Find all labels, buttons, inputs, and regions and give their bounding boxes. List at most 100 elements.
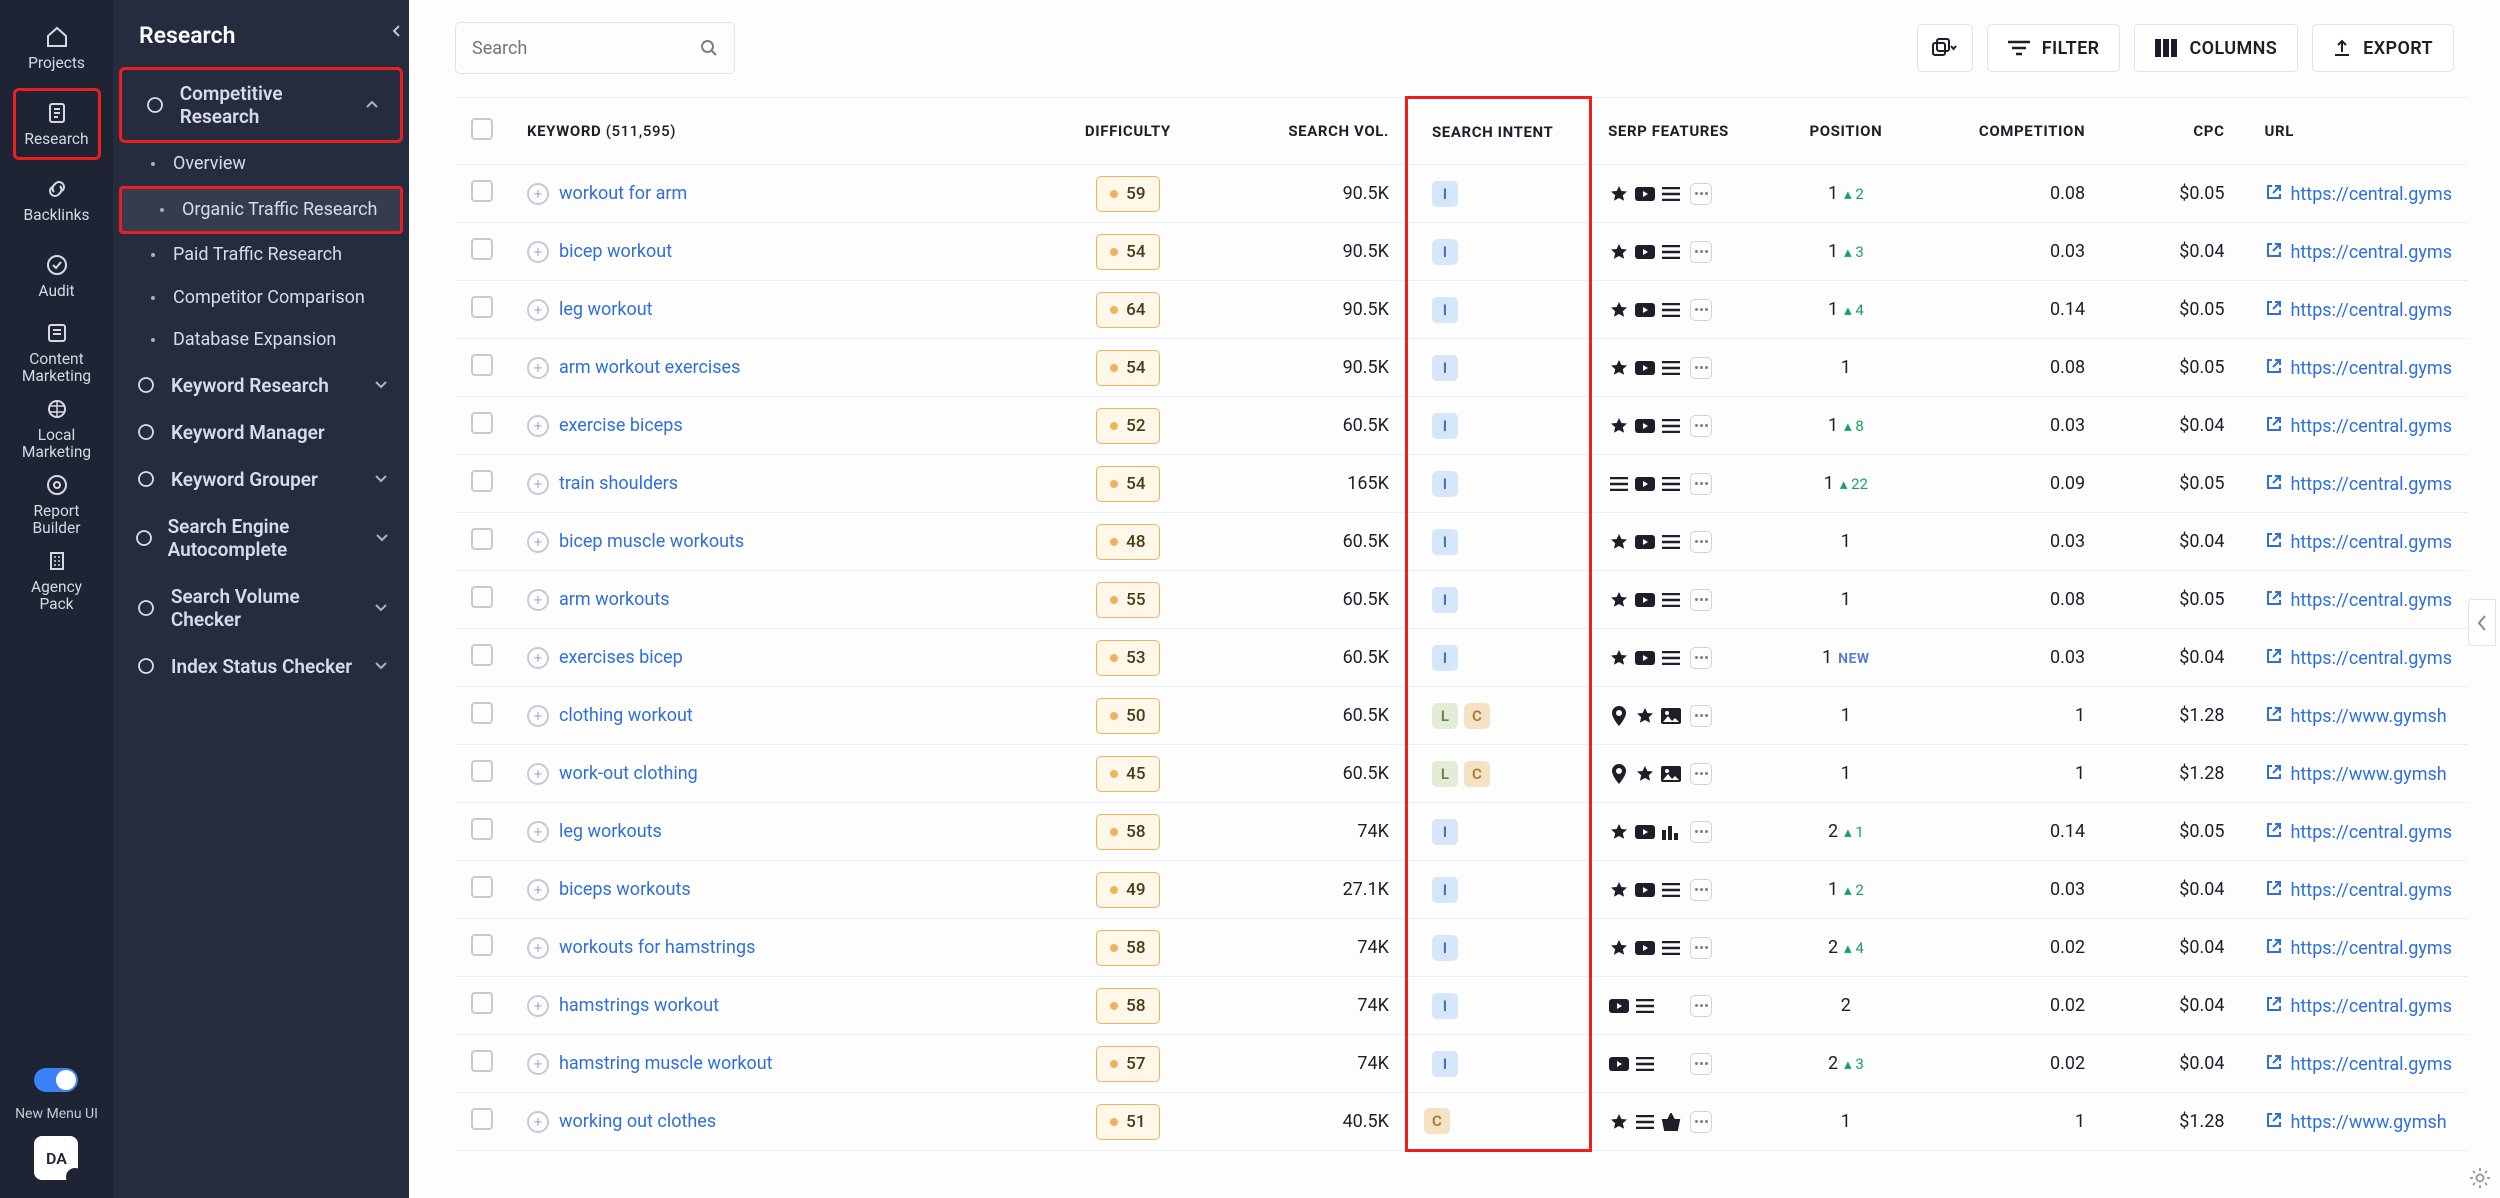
url-link[interactable]: https://www.gymsh: [2291, 764, 2447, 785]
add-keyword-button[interactable]: +: [527, 183, 549, 205]
serp-more-icon[interactable]: [1690, 705, 1712, 727]
add-keyword-button[interactable]: +: [527, 473, 549, 495]
keyword-link[interactable]: exercise biceps: [559, 415, 683, 436]
url-link[interactable]: https://central.gyms: [2291, 300, 2453, 321]
url-link[interactable]: https://central.gyms: [2291, 1054, 2453, 1075]
row-checkbox[interactable]: [471, 180, 493, 202]
add-keyword-button[interactable]: +: [527, 589, 549, 611]
serp-more-icon[interactable]: [1690, 183, 1712, 205]
side-group-2[interactable]: Keyword Manager: [113, 409, 409, 456]
row-checkbox[interactable]: [471, 528, 493, 550]
filter-button[interactable]: FILTER: [1987, 24, 2121, 72]
row-checkbox[interactable]: [471, 992, 493, 1014]
add-keyword-button[interactable]: +: [527, 415, 549, 437]
serp-more-icon[interactable]: [1690, 647, 1712, 669]
add-keyword-button[interactable]: +: [527, 299, 549, 321]
side-sub-0-0[interactable]: Overview: [113, 143, 409, 186]
scroll-left-button[interactable]: [2468, 599, 2496, 646]
keyword-link[interactable]: leg workouts: [559, 821, 662, 842]
side-group-4[interactable]: Search Engine Autocomplete: [113, 503, 409, 573]
add-keyword-button[interactable]: +: [527, 241, 549, 263]
keyword-link[interactable]: hamstring muscle workout: [559, 1053, 773, 1074]
add-keyword-button[interactable]: +: [527, 937, 549, 959]
url-link[interactable]: https://central.gyms: [2291, 474, 2453, 495]
row-checkbox[interactable]: [471, 644, 493, 666]
keyword-link[interactable]: exercises bicep: [559, 647, 683, 668]
row-checkbox[interactable]: [471, 354, 493, 376]
add-keyword-button[interactable]: +: [527, 357, 549, 379]
url-link[interactable]: https://central.gyms: [2291, 416, 2453, 437]
side-sub-0-4[interactable]: Database Expansion: [113, 319, 409, 362]
row-checkbox[interactable]: [471, 586, 493, 608]
avatar[interactable]: DA: [34, 1136, 78, 1180]
url-link[interactable]: https://central.gyms: [2291, 242, 2453, 263]
search-input[interactable]: [472, 38, 700, 59]
row-checkbox[interactable]: [471, 760, 493, 782]
serp-more-icon[interactable]: [1690, 821, 1712, 843]
serp-more-icon[interactable]: [1690, 415, 1712, 437]
rail-item-local-marketing[interactable]: Local Marketing: [13, 392, 101, 464]
url-link[interactable]: https://central.gyms: [2291, 184, 2453, 205]
row-checkbox[interactable]: [471, 934, 493, 956]
url-link[interactable]: https://central.gyms: [2291, 590, 2453, 611]
url-link[interactable]: https://central.gyms: [2291, 648, 2453, 669]
serp-more-icon[interactable]: [1690, 1111, 1712, 1133]
keyword-link[interactable]: hamstrings workout: [559, 995, 719, 1016]
serp-more-icon[interactable]: [1690, 589, 1712, 611]
add-keyword-button[interactable]: +: [527, 821, 549, 843]
keyword-link[interactable]: bicep muscle workouts: [559, 531, 744, 552]
row-checkbox[interactable]: [471, 296, 493, 318]
side-sub-0-2[interactable]: Paid Traffic Research: [113, 234, 409, 277]
row-checkbox[interactable]: [471, 470, 493, 492]
serp-more-icon[interactable]: [1690, 241, 1712, 263]
rail-item-research[interactable]: Research: [13, 88, 101, 160]
keyword-link[interactable]: working out clothes: [559, 1111, 716, 1132]
collapse-panel-button[interactable]: [384, 18, 410, 44]
keyword-link[interactable]: workout for arm: [559, 183, 687, 204]
serp-more-icon[interactable]: [1690, 357, 1712, 379]
rail-item-projects[interactable]: Projects: [13, 12, 101, 84]
add-keyword-button[interactable]: +: [527, 647, 549, 669]
url-link[interactable]: https://www.gymsh: [2291, 1112, 2447, 1133]
rail-item-audit[interactable]: Audit: [13, 240, 101, 312]
rail-item-content-marketing[interactable]: Content Marketing: [13, 316, 101, 388]
keyword-link[interactable]: arm workouts: [559, 589, 670, 610]
serp-more-icon[interactable]: [1690, 473, 1712, 495]
keyword-link[interactable]: work-out clothing: [559, 763, 698, 784]
url-link[interactable]: https://www.gymsh: [2291, 706, 2447, 727]
select-all-checkbox[interactable]: [471, 118, 493, 140]
keyword-link[interactable]: bicep workout: [559, 241, 672, 262]
row-checkbox[interactable]: [471, 818, 493, 840]
row-checkbox[interactable]: [471, 412, 493, 434]
side-group-5[interactable]: Search Volume Checker: [113, 573, 409, 643]
url-link[interactable]: https://central.gyms: [2291, 880, 2453, 901]
side-group-3[interactable]: Keyword Grouper: [113, 456, 409, 503]
keyword-link[interactable]: arm workout exercises: [559, 357, 740, 378]
url-link[interactable]: https://central.gyms: [2291, 996, 2453, 1017]
menu-toggle[interactable]: [34, 1068, 78, 1092]
row-checkbox[interactable]: [471, 1108, 493, 1130]
copy-dropdown-button[interactable]: [1917, 24, 1973, 72]
add-keyword-button[interactable]: +: [527, 763, 549, 785]
settings-icon[interactable]: [2466, 1164, 2494, 1192]
row-checkbox[interactable]: [471, 238, 493, 260]
rail-item-agency-pack[interactable]: Agency Pack: [13, 544, 101, 616]
url-link[interactable]: https://central.gyms: [2291, 358, 2453, 379]
row-checkbox[interactable]: [471, 702, 493, 724]
keyword-link[interactable]: clothing workout: [559, 705, 693, 726]
keyword-link[interactable]: train shoulders: [559, 473, 678, 494]
columns-button[interactable]: COLUMNS: [2134, 24, 2298, 72]
keyword-link[interactable]: biceps workouts: [559, 879, 691, 900]
url-link[interactable]: https://central.gyms: [2291, 822, 2453, 843]
serp-more-icon[interactable]: [1690, 763, 1712, 785]
side-group-0[interactable]: Competitive Research: [119, 67, 403, 143]
add-keyword-button[interactable]: +: [527, 531, 549, 553]
serp-more-icon[interactable]: [1690, 1053, 1712, 1075]
row-checkbox[interactable]: [471, 1050, 493, 1072]
export-button[interactable]: EXPORT: [2312, 24, 2454, 72]
serp-more-icon[interactable]: [1690, 531, 1712, 553]
row-checkbox[interactable]: [471, 876, 493, 898]
side-sub-0-3[interactable]: Competitor Comparison: [113, 277, 409, 320]
side-group-6[interactable]: Index Status Checker: [113, 643, 409, 690]
add-keyword-button[interactable]: +: [527, 879, 549, 901]
